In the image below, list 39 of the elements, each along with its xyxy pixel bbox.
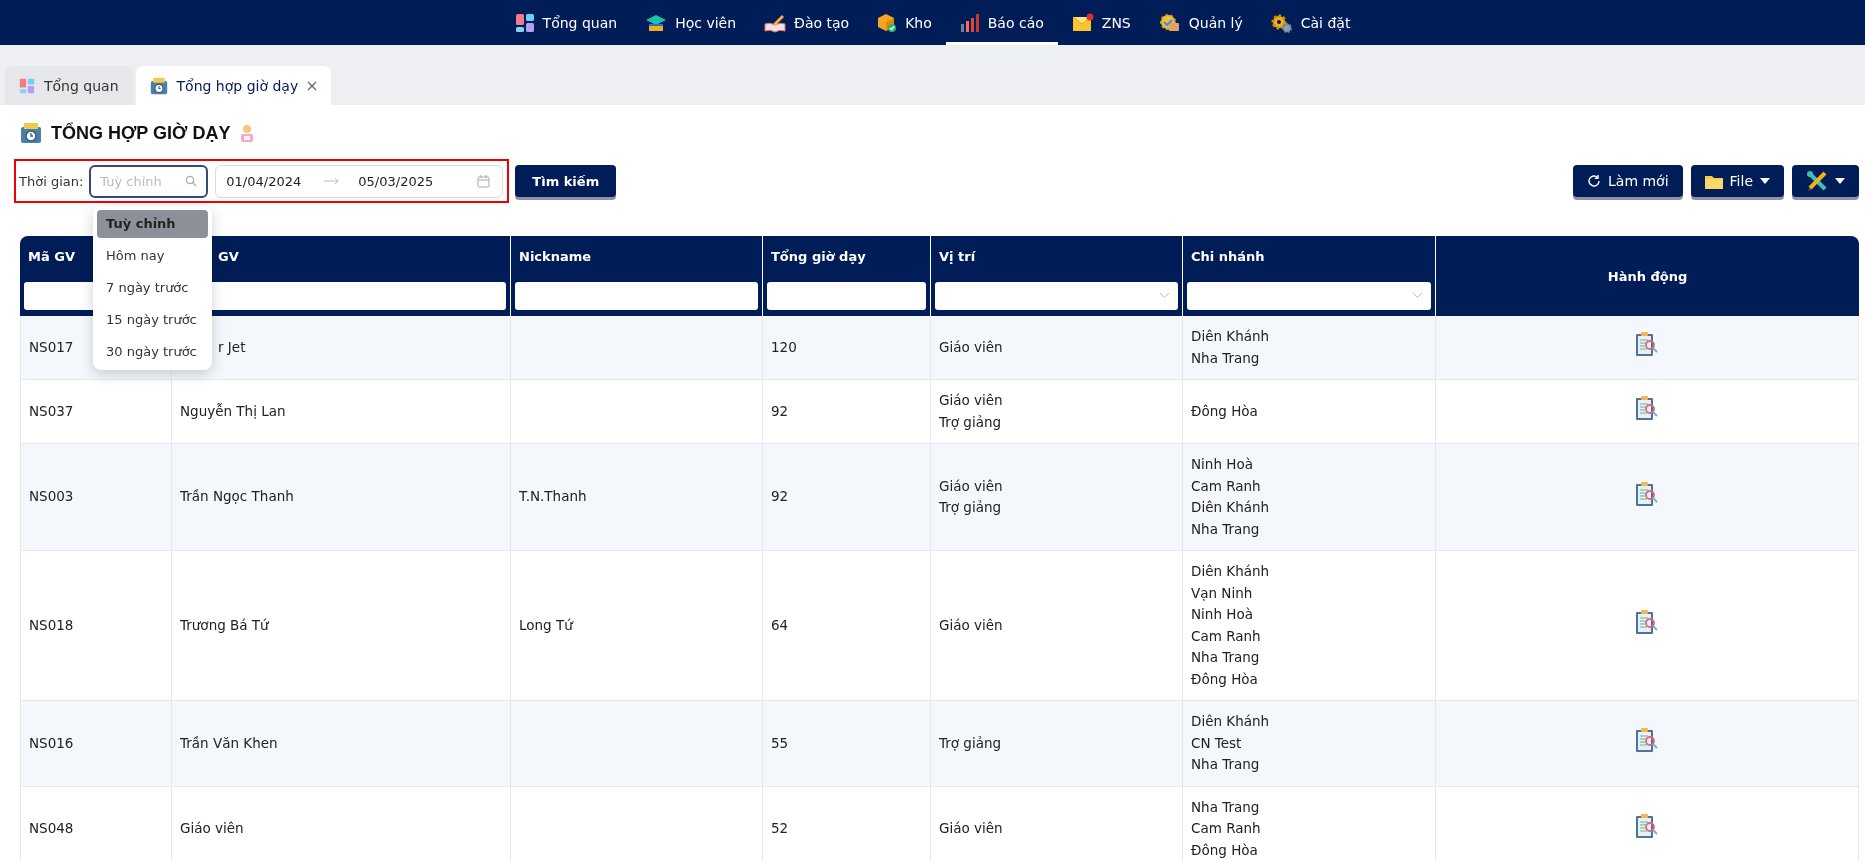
teacher-name: Trần Văn Khen [180,734,278,751]
branch-list: Diên Khánh Nha Trang [1191,326,1427,369]
teaching-hours: 55 [771,734,789,751]
teaching-hours: 64 [771,616,789,633]
position-list: Trợ giảng [939,732,1174,754]
nickname: Long Tứ [519,616,573,633]
teacher-name: Giáo viên [180,820,244,836]
teacher-code: NS018 [29,616,74,633]
position-list: Giáo viên [939,614,1174,637]
teacher-name: Trần Ngọc Thanh [180,488,294,505]
nickname: T.N.Thanh [519,488,587,505]
teacher-code: NS003 [29,488,74,505]
branch-list: Nha Trang Cam Ranh Đông Hòa [1191,796,1427,861]
teaching-hours: 120 [771,338,797,355]
teaching-hours: 92 [771,402,789,419]
position-list: Giáo viên Trợ giảng [939,475,1174,519]
teacher-code: NS048 [29,820,74,836]
position-list: Giáo viên [939,336,1174,359]
branch-list: Ninh Hoà Cam Ranh Diên Khánh Nha Trang [1191,454,1427,540]
branch-list: Diên Khánh Vạn Ninh Ninh Hoà Cam Ranh Nha Trang Đông Hòa [1191,561,1427,690]
branch-list: Đông Hòa [1191,400,1427,423]
teaching-hours: 52 [771,820,789,836]
branch-list: Diên Khánh CN Test Nha Trang [1191,711,1427,776]
position-list: Giáo viên [939,818,1174,840]
teacher-name: Trương Bá Tứ [180,616,269,633]
teaching-hours: 92 [771,488,789,505]
filter-label: Thời gian: [19,173,84,189]
column-header: Vị trí [931,236,1183,276]
teacher-code: NS016 [29,734,74,751]
column-header: Chi nhánh [1183,236,1436,276]
teacher-name: Nguyễn Thị Lan [180,402,286,419]
page-title: TỔNG HỢP GIỜ DẠY [51,122,231,144]
teacher-code: NS037 [29,402,74,419]
teacher-code: NS017 [29,338,74,355]
column-header: Hành động [1436,236,1859,316]
column-header: Nickname [511,236,763,276]
teacher-name: r Jet [218,338,246,355]
column-header: Tổng giờ dạy [763,236,931,276]
position-list: Giáo viên Trợ giảng [939,390,1174,433]
